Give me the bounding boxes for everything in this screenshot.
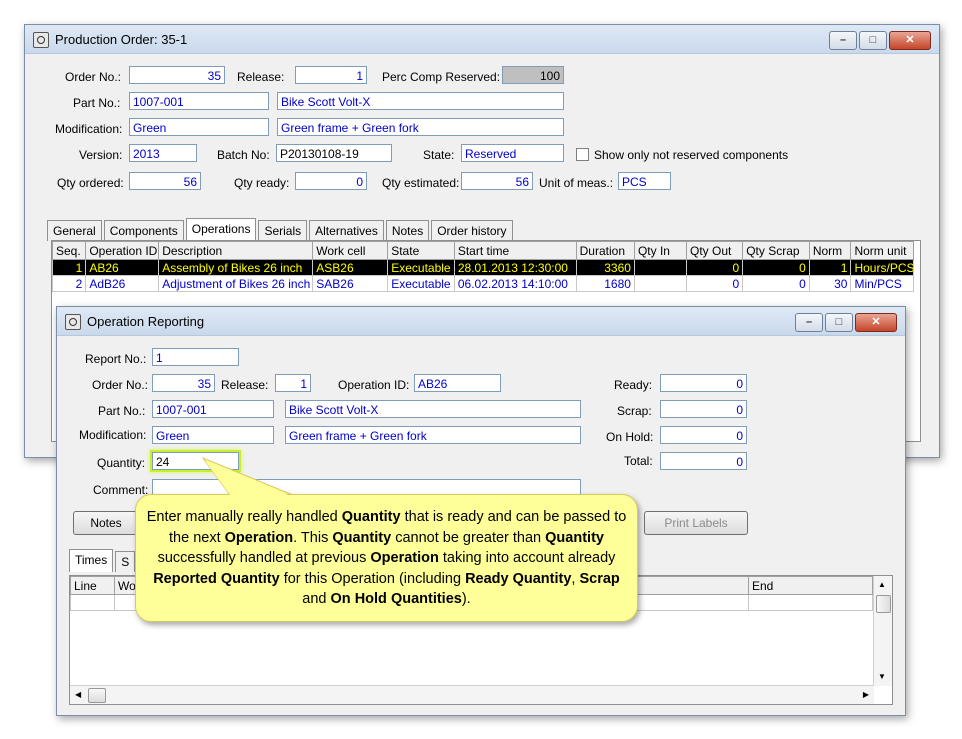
callout-pointer-join	[206, 462, 298, 499]
